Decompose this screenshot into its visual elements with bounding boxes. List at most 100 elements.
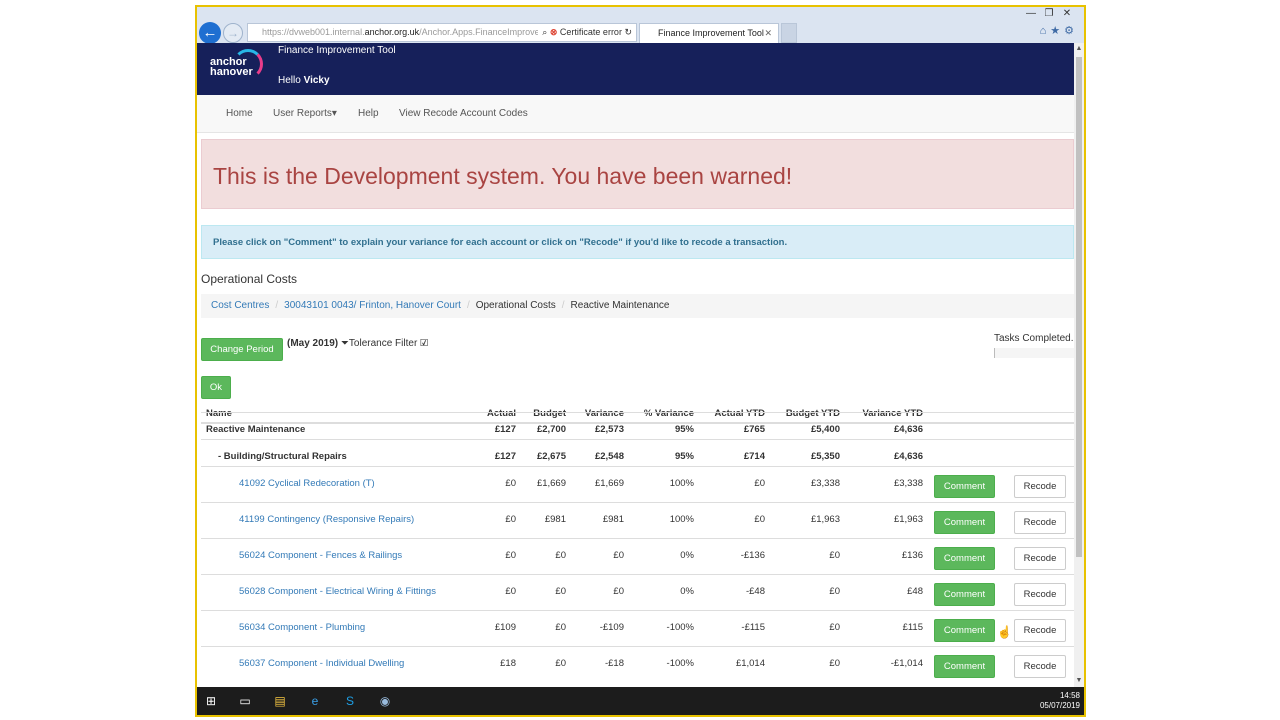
url-path: /Anchor.Apps.FinanceImprove [419, 27, 540, 37]
scroll-down-icon[interactable]: ▼ [1074, 677, 1084, 684]
forward-button[interactable]: → [223, 23, 243, 43]
account-link[interactable]: 41199 Contingency (Responsive Repairs) [239, 514, 414, 525]
nav-home[interactable]: Home [226, 108, 253, 119]
cell-vytd: £3,338 [893, 478, 923, 489]
table-row: 56034 Component - Plumbing £109 £0 -£109 -10… [201, 610, 1074, 646]
window-close-icon[interactable]: ✕ [1058, 8, 1076, 19]
nav-user-reports[interactable]: User Reports▾ [273, 108, 337, 119]
recode-button[interactable]: Recode [1014, 475, 1066, 498]
table-row: 41092 Cyclical Redecoration (T) £0 £1,669 £… [201, 466, 1074, 502]
browser-chrome: ← → https://dvweb001.internal.anchor.org… [197, 7, 1084, 44]
account-link[interactable]: 56037 Component - Individual Dwelling [239, 658, 404, 669]
scroll-up-icon[interactable]: ▲ [1074, 45, 1084, 52]
back-button[interactable]: ← [199, 22, 221, 44]
comment-button[interactable]: Comment [934, 583, 995, 606]
cert-error-icon[interactable]: ⊗ [550, 27, 558, 37]
cell-pct: -100% [666, 622, 694, 633]
arrow-left-icon: ← [202, 24, 218, 41]
group-name: - Building/Structural Repairs [218, 451, 347, 462]
cell-bytd: £5,400 [810, 424, 840, 435]
cell-bytd: £1,963 [810, 514, 840, 525]
cell-ytd: £0 [754, 514, 765, 525]
clock-time: 14:58 [1059, 691, 1080, 700]
search-icon[interactable]: ⌕ [542, 27, 547, 37]
breadcrumb: Cost Centres / 30043101 0043/ Frinton, Han… [201, 294, 1074, 318]
anchor-hanover-logo[interactable]: anchor hanover [210, 57, 253, 78]
hand-cursor-icon: ☝ [997, 625, 1012, 639]
cell-variance: £0 [613, 586, 624, 597]
page-viewport: anchor hanover Finance Improvement Tool … [197, 43, 1074, 687]
account-link[interactable]: 56034 Component - Plumbing [239, 622, 365, 633]
cell-ytd: -£115 [741, 622, 765, 633]
minimize-icon[interactable]: — [1022, 8, 1040, 19]
cell-pct: 95% [674, 424, 694, 435]
breadcrumb-operational-costs: Operational Costs [475, 300, 556, 311]
cell-ytd: £765 [743, 424, 765, 435]
breadcrumb-current: Reactive Maintenance [570, 300, 670, 311]
cell-pct: 100% [669, 514, 694, 525]
table-row: 56028 Component - Electrical Wiring & Fi… [201, 574, 1074, 610]
nav-help[interactable]: Help [358, 108, 379, 119]
system-clock[interactable]: 14:58 05/07/2019 [1040, 691, 1080, 711]
period-filter: (May 2019) ⏷Tolerance Filter ☑ [287, 338, 428, 349]
cell-variance: £2,573 [594, 424, 624, 435]
internet-explorer-icon[interactable]: e [307, 693, 323, 709]
task-view-icon[interactable]: ▭ [237, 693, 253, 709]
breadcrumb-sep: / [561, 300, 565, 311]
address-bar[interactable]: https://dvweb001.internal.anchor.org.uk/… [247, 23, 637, 42]
refresh-icon[interactable]: ↻ [624, 27, 632, 37]
greeting-prefix: Hello [278, 75, 301, 86]
cell-bytd: £0 [829, 658, 840, 669]
cell-ytd: £714 [743, 451, 765, 462]
browser-tab[interactable]: Finance Improvement Tool ✕ [639, 23, 779, 43]
recode-button[interactable]: Recode [1014, 547, 1066, 570]
info-alert: Please click on "Comment" to explain you… [201, 225, 1074, 259]
recode-button[interactable]: Recode [1014, 511, 1066, 534]
new-tab-button[interactable] [781, 23, 797, 43]
restore-icon[interactable]: ❐ [1040, 8, 1058, 19]
cell-vytd: £4,636 [893, 451, 923, 462]
skype-icon[interactable]: S [342, 693, 358, 709]
cell-vytd: -£1,014 [890, 658, 923, 669]
comment-button[interactable]: Comment [934, 655, 995, 678]
comment-button[interactable]: Comment [934, 475, 995, 498]
change-period-button[interactable]: Change Period [201, 338, 283, 361]
nav-view-recode[interactable]: View Recode Account Codes [399, 108, 528, 119]
arrow-right-icon: → [227, 26, 239, 40]
tolerance-label: Tolerance Filter [348, 338, 418, 349]
comment-button[interactable]: Comment [934, 547, 995, 570]
account-link[interactable]: 56024 Component - Fences & Railings [239, 550, 402, 561]
group-name: Reactive Maintenance [206, 424, 306, 435]
recode-button[interactable]: Recode [1014, 655, 1066, 678]
breadcrumb-cost-centres[interactable]: Cost Centres [211, 300, 269, 311]
home-star-gear-icons[interactable]: ⌂★⚙ [1040, 24, 1078, 37]
scroll-thumb[interactable] [1076, 57, 1082, 557]
account-link[interactable]: 56028 Component - Electrical Wiring & Fi… [239, 586, 436, 597]
tab-close-icon[interactable]: ✕ [764, 24, 772, 43]
recode-button[interactable]: Recode [1014, 583, 1066, 606]
cell-variance: -£18 [604, 658, 624, 669]
file-explorer-icon[interactable]: ▤ [272, 693, 288, 709]
breadcrumb-sep: / [466, 300, 470, 311]
url-prefix: https://dvweb001.internal. [262, 27, 365, 37]
windows-start-icon[interactable]: ⊞ [203, 693, 219, 709]
comment-button[interactable]: Comment [934, 511, 995, 534]
table-row: 56024 Component - Fences & Railings £0 £0 £… [201, 538, 1074, 574]
taskbar: ⊞ ▭ ▤ e S ◉ 14:58 05/07/2019 [197, 687, 1084, 715]
cell-bytd: £0 [829, 622, 840, 633]
cell-bytd: £5,350 [810, 451, 840, 462]
app-icon[interactable]: ◉ [377, 693, 393, 709]
cell-variance: £1,669 [594, 478, 624, 489]
cell-variance: £981 [602, 514, 624, 525]
recode-button[interactable]: Recode [1014, 619, 1066, 642]
breadcrumb-sep: / [275, 300, 279, 311]
comment-button[interactable]: Comment [934, 619, 995, 642]
cell-vytd: £1,963 [893, 514, 923, 525]
app-title: Finance Improvement Tool [278, 45, 396, 56]
tolerance-checkbox[interactable]: ☑ [420, 338, 428, 349]
vertical-scrollbar[interactable]: ▲ ▼ [1074, 43, 1084, 687]
breadcrumb-cost-centre[interactable]: 30043101 0043/ Frinton, Hanover Court [284, 300, 461, 311]
logo-line2: hanover [210, 66, 253, 78]
cert-error-label[interactable]: Certificate error [560, 27, 622, 37]
account-link[interactable]: 41092 Cyclical Redecoration (T) [239, 478, 375, 489]
